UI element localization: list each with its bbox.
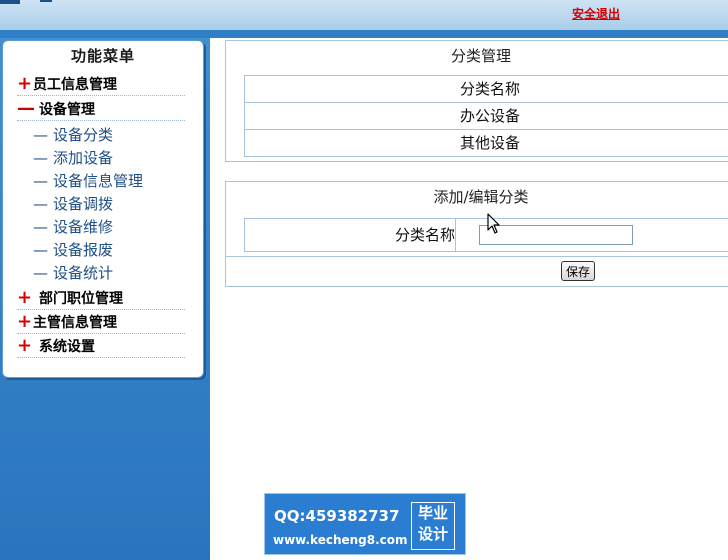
submenu-item-statistics[interactable]: — 设备统计: [33, 262, 113, 284]
panel-title: 添加/编辑分类: [433, 188, 529, 206]
plus-icon: +: [17, 73, 33, 94]
save-button[interactable]: 保存: [561, 261, 596, 281]
watermark-badge: 毕业 设计: [411, 502, 455, 550]
header-stripe: [0, 30, 728, 38]
category-name-input[interactable]: [479, 225, 633, 245]
submenu-label: 设备分类: [53, 126, 114, 144]
category-management-panel: 分类管理 分类名称 办公设备 其他设备: [225, 40, 728, 162]
dash-icon: —: [33, 172, 48, 190]
menu-group-label: 系统设置: [39, 339, 95, 355]
dash-icon: —: [33, 126, 48, 144]
button-row: 保存: [226, 256, 728, 285]
table-row[interactable]: 其他设备: [244, 129, 728, 157]
menu-group-label: 员工信息管理: [33, 77, 117, 93]
menu-group-supervisor[interactable]: +主管信息管理: [17, 311, 185, 334]
watermark-badge-line: 毕业: [417, 504, 448, 522]
dash-icon: —: [33, 264, 48, 282]
submenu-item-category[interactable]: — 设备分类: [33, 124, 113, 146]
submenu-item-transfer[interactable]: — 设备调拨: [33, 193, 113, 215]
watermark-site: www.kecheng8.com: [273, 533, 408, 547]
dash-icon: —: [33, 149, 48, 167]
form-row: 分类名称: [244, 218, 728, 252]
submenu-label: 设备调拨: [53, 195, 114, 213]
menu-group-label: 部门职位管理: [39, 291, 123, 307]
top-header: 安全退出: [0, 0, 728, 30]
plus-icon: +: [17, 287, 33, 308]
menu-title: 功能菜单: [70, 47, 135, 65]
submenu-label: 设备统计: [53, 264, 114, 282]
dash-icon: —: [33, 241, 48, 259]
menu-group-department[interactable]: + 部门职位管理: [17, 287, 185, 310]
submenu-label: 设备信息管理: [53, 172, 144, 190]
submenu-label: 设备报废: [53, 241, 114, 259]
submenu-item-repair[interactable]: — 设备维修: [33, 216, 113, 238]
function-menu: 功能菜单 +员工信息管理 — 设备管理 — 设备分类 — 添加设备 — 设备信息管理 —…: [2, 40, 204, 378]
table-row[interactable]: 办公设备: [244, 102, 728, 130]
plus-icon: +: [17, 335, 33, 356]
table-header: 分类名称: [244, 75, 728, 103]
menu-group-employee-info[interactable]: +员工信息管理: [17, 73, 185, 96]
watermark-qq: QQ:459382737: [274, 507, 400, 525]
header-decoration: [0, 0, 20, 4]
minus-icon: —: [17, 98, 35, 119]
menu-group-label: 设备管理: [39, 102, 95, 118]
edit-category-panel: 添加/编辑分类 分类名称 保存: [225, 181, 728, 287]
mouse-pointer-icon: [487, 213, 500, 234]
submenu-item-add-equipment[interactable]: — 添加设备: [33, 147, 113, 169]
dash-icon: —: [33, 218, 48, 236]
submenu-label: 设备维修: [53, 218, 114, 236]
dash-icon: —: [33, 195, 48, 213]
watermark-badge-line: 设计: [417, 525, 448, 543]
menu-group-equipment[interactable]: — 设备管理: [17, 98, 185, 121]
submenu-item-equipment-info[interactable]: — 设备信息管理: [33, 170, 143, 192]
submenu-label: 添加设备: [53, 149, 114, 167]
menu-group-settings[interactable]: + 系统设置: [17, 335, 185, 358]
submenu-item-scrap[interactable]: — 设备报废: [33, 239, 113, 261]
category-name-label: 分类名称: [245, 219, 456, 251]
header-decoration: [40, 0, 52, 2]
menu-group-label: 主管信息管理: [33, 315, 117, 331]
plus-icon: +: [17, 311, 33, 332]
logout-link[interactable]: 安全退出: [572, 5, 620, 22]
watermark-banner: QQ:459382737 www.kecheng8.com 毕业 设计: [264, 493, 466, 555]
panel-title: 分类管理: [450, 47, 511, 65]
